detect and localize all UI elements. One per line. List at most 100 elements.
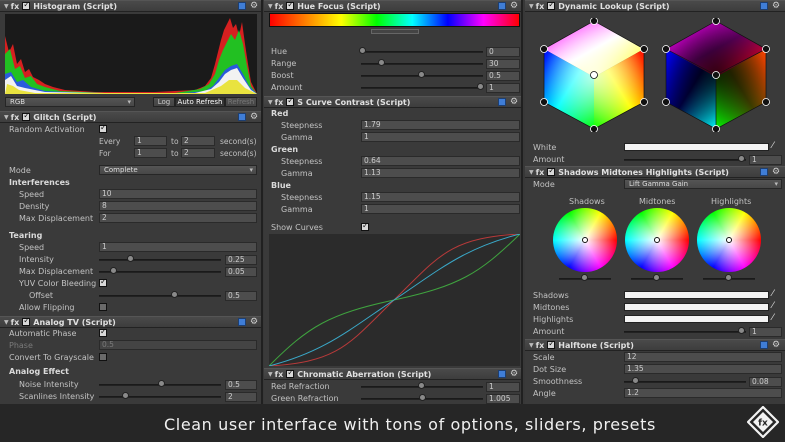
gear-icon[interactable]: ⚙ (772, 341, 781, 350)
enable-checkbox[interactable] (547, 0, 556, 10)
enable-checkbox[interactable] (22, 0, 31, 10)
boost-slider-thumb[interactable] (418, 71, 425, 78)
help-book-icon[interactable] (498, 370, 506, 378)
foldout-arrow-icon[interactable]: ▼ (529, 342, 534, 349)
smh-mode-dropdown[interactable]: Lift Gamma Gain (624, 179, 782, 189)
chromatic-aberration-header[interactable]: ▼ fx Chromatic Aberration (Script) ⚙ (264, 368, 521, 380)
smoothness-slider-thumb[interactable] (632, 377, 639, 384)
hue-slider-track[interactable] (361, 51, 483, 53)
smh-header[interactable]: ▼ fx Shadows Midtones Highlights (Script… (525, 166, 785, 178)
range-field[interactable]: 30 (486, 59, 520, 69)
scanlines-intensity-field[interactable]: 2 (225, 392, 257, 402)
yuv-bleeding-checkbox[interactable] (99, 277, 107, 287)
every-to-field[interactable]: 2 (181, 136, 215, 146)
highlights-wheel-slider-thumb[interactable] (725, 274, 732, 281)
highlights-color-field[interactable] (624, 315, 769, 323)
every-from-field[interactable]: 1 (134, 136, 167, 146)
allow-flipping-checkbox[interactable] (99, 303, 107, 311)
grayscale-checkbox[interactable] (99, 353, 107, 361)
red-steepness-field[interactable]: 1.79 (361, 120, 520, 130)
gear-icon[interactable]: ⚙ (250, 113, 259, 122)
smoothness-field[interactable]: 0.08 (749, 377, 782, 387)
lookup-amount-slider-track[interactable] (624, 159, 746, 161)
mode-dropdown[interactable]: Complete (99, 165, 257, 175)
green-gamma-field[interactable]: 1.13 (361, 168, 520, 178)
blue-steepness-field[interactable]: 1.15 (361, 192, 520, 202)
s-curve-header[interactable]: ▼ fx S Curve Contrast (Script) ⚙ (264, 96, 521, 108)
noise-slider-thumb[interactable] (158, 380, 165, 387)
shadows-color-field[interactable] (624, 291, 769, 299)
foldout-arrow-icon[interactable]: ▼ (268, 99, 273, 106)
for-from-field[interactable]: 1 (134, 148, 167, 158)
hue-field[interactable]: 0 (486, 47, 520, 57)
offset-slider-track[interactable] (99, 295, 221, 297)
boost-field[interactable]: 0.5 (486, 71, 520, 81)
histogram-header[interactable]: ▼ fx Histogram (Script) ⚙ (0, 0, 261, 12)
eyedropper-icon[interactable]: ⁄ (772, 301, 774, 311)
foldout-arrow-icon[interactable]: ▼ (4, 3, 9, 10)
lookup-amount-field[interactable]: 1 (749, 155, 782, 165)
max-displacement-slider-thumb[interactable] (110, 267, 117, 274)
scanlines-slider-thumb[interactable] (122, 392, 129, 399)
eyedropper-icon[interactable]: ⁄ (772, 141, 774, 151)
enable-checkbox[interactable] (286, 0, 295, 10)
enable-checkbox[interactable] (286, 96, 295, 106)
halftone-header[interactable]: ▼ fx Halftone (Script) ⚙ (525, 339, 785, 351)
help-book-icon[interactable] (238, 318, 246, 326)
smh-amount-slider-thumb[interactable] (738, 327, 745, 334)
foldout-arrow-icon[interactable]: ▼ (268, 371, 273, 378)
color-cube-front[interactable] (534, 18, 654, 132)
dynamic-lookup-header[interactable]: ▼ fx Dynamic Lookup (Script) ⚙ (525, 0, 785, 12)
midtones-wheel-cursor[interactable] (654, 237, 660, 243)
eyedropper-icon[interactable]: ⁄ (772, 289, 774, 299)
gear-icon[interactable]: ⚙ (772, 2, 781, 11)
foldout-arrow-icon[interactable]: ▼ (268, 3, 273, 10)
intensity-field[interactable]: 0.25 (225, 255, 257, 265)
shadows-wheel-cursor[interactable] (582, 237, 588, 243)
glitch-header[interactable]: ▼ fx Glitch (Script) ⚙ (0, 111, 261, 123)
eyedropper-icon[interactable]: ⁄ (772, 313, 774, 323)
red-refraction-field[interactable]: 1 (486, 382, 520, 392)
histogram-channel-dropdown[interactable]: RGB (5, 97, 135, 107)
max-displacement-slider-track[interactable] (99, 271, 221, 273)
smoothness-slider-track[interactable] (624, 381, 746, 383)
highlights-wheel-cursor[interactable] (726, 237, 732, 243)
offset-slider-thumb[interactable] (171, 291, 178, 298)
lookup-amount-slider-thumb[interactable] (738, 155, 745, 162)
for-to-field[interactable]: 2 (181, 148, 215, 158)
foldout-arrow-icon[interactable]: ▼ (529, 169, 534, 176)
noise-intensity-field[interactable]: 0.5 (225, 380, 257, 390)
dot-size-field[interactable]: 1.35 (624, 364, 782, 374)
scale-field[interactable]: 12 (624, 352, 782, 362)
gear-icon[interactable]: ⚙ (510, 370, 519, 379)
help-book-icon[interactable] (760, 341, 768, 349)
hue-slider-thumb[interactable] (359, 47, 366, 54)
help-book-icon[interactable] (760, 168, 768, 176)
hue-range-handle[interactable] (371, 29, 419, 34)
gear-icon[interactable]: ⚙ (510, 2, 519, 11)
enable-checkbox[interactable] (547, 339, 556, 349)
help-book-icon[interactable] (760, 2, 768, 10)
green-refraction-slider-thumb[interactable] (419, 394, 426, 401)
shadows-wheel-slider-thumb[interactable] (581, 274, 588, 281)
gear-icon[interactable]: ⚙ (250, 318, 259, 327)
offset-field[interactable]: 0.5 (225, 291, 257, 301)
green-steepness-field[interactable]: 0.64 (361, 156, 520, 166)
enable-checkbox[interactable] (547, 166, 556, 176)
amount-slider-track[interactable] (361, 87, 483, 89)
amount-slider-thumb[interactable] (477, 83, 484, 90)
amount-field[interactable]: 1 (486, 83, 520, 93)
show-curves-checkbox[interactable] (361, 221, 369, 231)
tearing-max-displacement-field[interactable]: 0.05 (225, 267, 257, 277)
hue-spectrum-bar[interactable] (269, 13, 520, 27)
help-book-icon[interactable] (498, 98, 506, 106)
range-slider-thumb[interactable] (378, 59, 385, 66)
color-cube-back[interactable] (656, 18, 776, 132)
gear-icon[interactable]: ⚙ (250, 2, 259, 11)
smh-amount-slider-track[interactable] (624, 331, 746, 333)
automatic-phase-checkbox[interactable] (99, 327, 107, 337)
white-color-field[interactable] (624, 143, 769, 151)
red-refraction-slider-thumb[interactable] (418, 382, 425, 389)
log-button[interactable]: Log (153, 97, 175, 107)
green-refraction-field[interactable]: 1.005 (486, 394, 520, 404)
